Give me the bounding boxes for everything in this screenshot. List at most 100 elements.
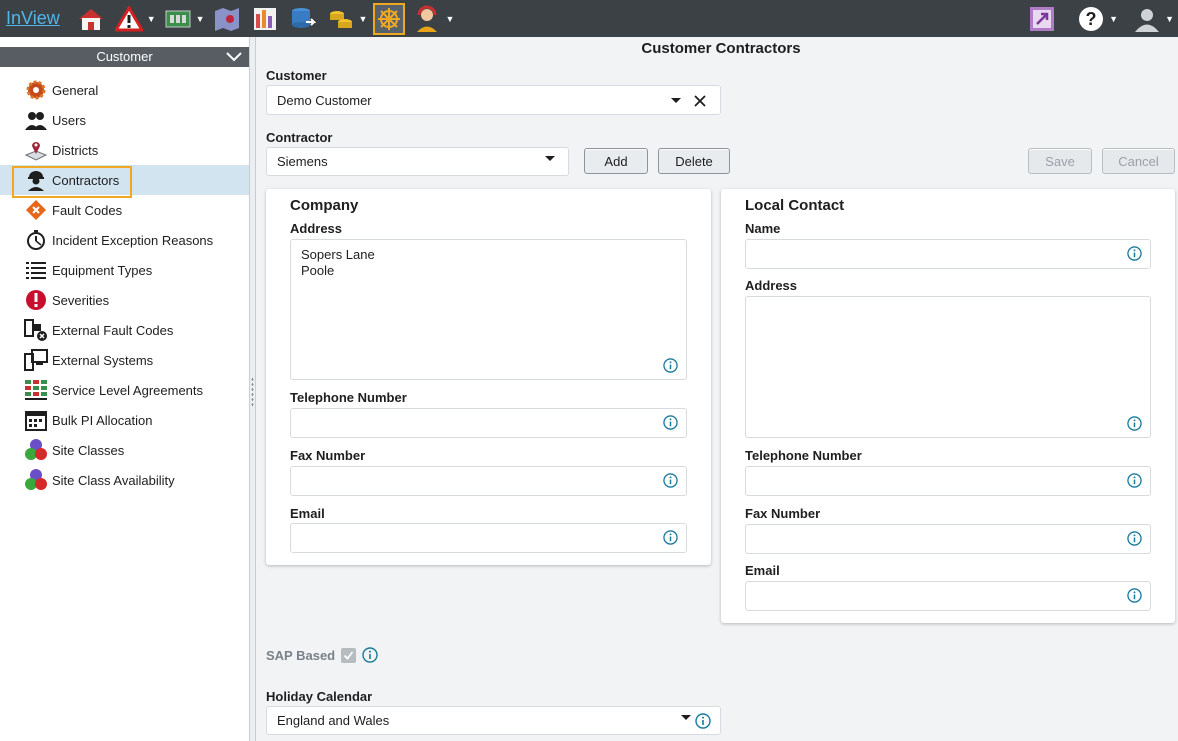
info-icon[interactable] xyxy=(695,713,711,729)
users-icon xyxy=(24,108,48,132)
sap-based-checkbox[interactable] xyxy=(341,647,357,663)
user-avatar-icon xyxy=(1135,8,1160,32)
info-icon[interactable] xyxy=(1127,531,1142,546)
external-link-icon xyxy=(1030,6,1055,31)
holiday-calendar-select[interactable]: England and Wales xyxy=(266,706,721,735)
sidebar-item-label: General xyxy=(52,82,99,98)
database-button[interactable] xyxy=(287,3,319,35)
info-icon[interactable] xyxy=(663,415,678,430)
reports-button[interactable] xyxy=(249,3,281,35)
brand-logo[interactable]: InView xyxy=(6,0,60,37)
company-email-input[interactable] xyxy=(290,523,687,553)
open-external-button[interactable] xyxy=(1026,3,1058,35)
sidebar-item-label: Districts xyxy=(52,142,99,158)
sidebar-item-contractors[interactable]: Contractors xyxy=(0,165,249,198)
worker-icon xyxy=(24,168,48,192)
local-contact-name-label: Name xyxy=(745,221,781,236)
home-button[interactable] xyxy=(75,3,107,35)
sidebar-item-external-systems[interactable]: External Systems xyxy=(0,345,249,375)
customer-label: Customer xyxy=(266,68,327,83)
svg-text:?: ? xyxy=(1086,9,1097,29)
cancel-button[interactable]: Cancel xyxy=(1102,148,1175,174)
sidebar-item-external-fault-codes[interactable]: External Fault Codes xyxy=(0,315,249,345)
support-button[interactable] xyxy=(411,3,443,35)
save-button[interactable]: Save xyxy=(1028,148,1092,174)
support-dropdown-caret[interactable]: ▼ xyxy=(445,14,454,24)
maps-button[interactable] xyxy=(211,3,243,35)
sidebar-item-districts[interactable]: Districts xyxy=(0,135,249,165)
sidebar-header-label: Customer xyxy=(96,49,153,64)
sla-grid-icon xyxy=(24,378,48,402)
sidebar-item-equipment-types[interactable]: Equipment Types xyxy=(0,255,249,285)
devices-dropdown-caret[interactable]: ▼ xyxy=(196,14,205,24)
user-menu-button[interactable] xyxy=(1131,3,1163,35)
sidebar-item-label: External Systems xyxy=(52,352,154,368)
company-card: Company Address Sopers Lane Poole Teleph… xyxy=(266,189,711,565)
help-dropdown-caret[interactable]: ▼ xyxy=(1109,14,1118,24)
database-icon xyxy=(291,7,316,28)
local-contact-telephone-input[interactable] xyxy=(745,466,1151,496)
sidebar-item-site-class-availability[interactable]: Site Class Availability xyxy=(0,465,249,495)
chevron-down-icon[interactable] xyxy=(545,156,555,161)
info-icon[interactable] xyxy=(1127,416,1142,431)
sidebar-item-label: Bulk PI Allocation xyxy=(52,412,153,428)
sidebar-item-fault-codes[interactable]: Fault Codes xyxy=(0,195,249,225)
stopwatch-icon xyxy=(24,228,48,252)
sidebar-item-label: Contractors xyxy=(52,172,120,188)
info-icon[interactable] xyxy=(663,358,678,373)
sidebar-item-users[interactable]: Users xyxy=(0,105,249,135)
sidebar-item-bulk-pi-allocation[interactable]: Bulk PI Allocation xyxy=(0,405,249,435)
sidebar-item-label: Equipment Types xyxy=(52,262,153,278)
sap-based-row: SAP Based xyxy=(266,647,378,663)
local-contact-name-input[interactable] xyxy=(745,239,1151,269)
local-contact-address-textarea[interactable] xyxy=(745,296,1151,438)
fault-diamond-icon xyxy=(24,198,48,222)
sidebar-item-service-level-agreements[interactable]: Service Level Agreements xyxy=(0,375,249,405)
local-contact-email-label: Email xyxy=(745,563,780,578)
sidebar-item-site-classes[interactable]: Site Classes xyxy=(0,435,249,465)
sidebar-item-label: Incident Exception Reasons xyxy=(52,232,214,248)
local-contact-fax-input[interactable] xyxy=(745,524,1151,554)
info-icon[interactable] xyxy=(663,530,678,545)
company-fax-input[interactable] xyxy=(290,466,687,496)
customer-select[interactable]: Demo Customer xyxy=(266,85,721,115)
add-button[interactable]: Add xyxy=(584,148,648,174)
company-telephone-label: Telephone Number xyxy=(290,390,407,405)
alarms-dropdown-caret[interactable]: ▼ xyxy=(147,14,156,24)
local-contact-email-input[interactable] xyxy=(745,581,1151,611)
maintenance-button[interactable] xyxy=(373,2,406,35)
company-address-textarea[interactable]: Sopers Lane Poole xyxy=(290,239,687,380)
close-icon[interactable] xyxy=(693,94,707,108)
user-dropdown-caret[interactable]: ▼ xyxy=(1165,14,1174,24)
info-icon[interactable] xyxy=(1127,246,1142,261)
local-contact-card: Local Contact Name Address Telephone Num… xyxy=(721,189,1175,623)
sidebar-item-general[interactable]: General xyxy=(0,75,249,105)
sidebar-item-severities[interactable]: Severities xyxy=(0,285,249,315)
chevron-down-icon[interactable] xyxy=(671,98,681,103)
company-telephone-input[interactable] xyxy=(290,408,687,438)
billing-button[interactable] xyxy=(325,3,357,35)
chevron-down-icon[interactable] xyxy=(225,47,243,67)
billing-dropdown-caret[interactable]: ▼ xyxy=(359,14,368,24)
contractor-select[interactable]: Siemens xyxy=(266,147,569,176)
external-fault-icon xyxy=(24,318,48,342)
help-button[interactable]: ? xyxy=(1075,3,1107,35)
map-pin-icon xyxy=(24,138,48,162)
company-title: Company xyxy=(290,197,359,214)
alarms-button[interactable] xyxy=(113,3,145,35)
company-address-value: Sopers Lane Poole xyxy=(301,247,375,278)
calendar-icon xyxy=(24,408,48,432)
info-icon[interactable] xyxy=(1127,473,1142,488)
sidebar-item-incident-exception-reasons[interactable]: Incident Exception Reasons xyxy=(0,225,249,255)
chevron-down-icon[interactable] xyxy=(681,715,691,720)
info-icon[interactable] xyxy=(1127,588,1142,603)
delete-button[interactable]: Delete xyxy=(658,148,730,174)
info-icon[interactable] xyxy=(362,647,378,663)
devices-button[interactable] xyxy=(162,3,194,35)
help-icon: ? xyxy=(1079,6,1104,31)
sidebar-item-label: Severities xyxy=(52,292,110,308)
sidebar-splitter[interactable] xyxy=(250,37,256,741)
sidebar-item-label: Site Class Availability xyxy=(52,472,175,488)
sidebar-header[interactable]: Customer xyxy=(0,47,249,67)
info-icon[interactable] xyxy=(663,473,678,488)
